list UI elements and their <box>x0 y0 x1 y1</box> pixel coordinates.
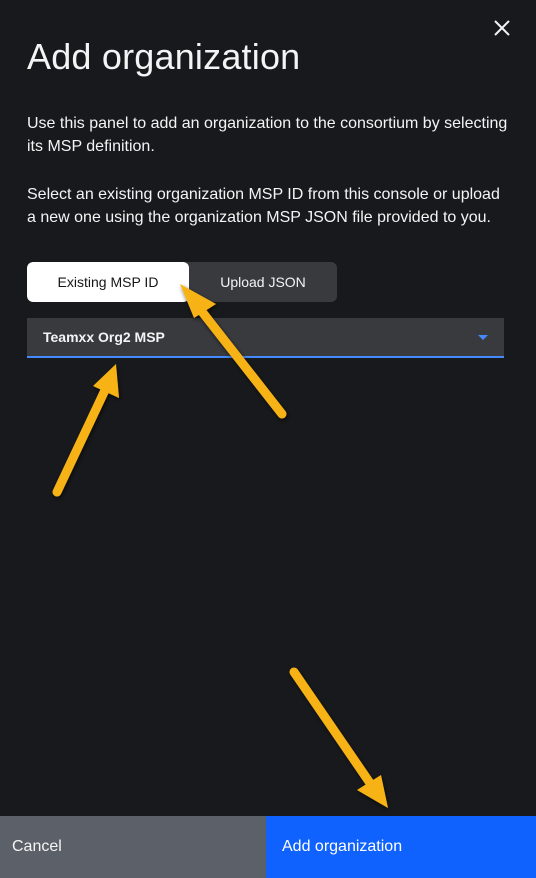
cancel-button[interactable]: Cancel <box>0 816 266 878</box>
arrow-to-add-organization-button <box>289 667 388 808</box>
panel-title: Add organization <box>27 36 301 77</box>
msp-id-selected-value: Teamxx Org2 MSP <box>43 329 165 345</box>
close-icon <box>494 20 510 36</box>
msp-source-switcher: Existing MSP ID Upload JSON <box>27 262 337 302</box>
msp-id-dropdown[interactable]: Teamxx Org2 MSP <box>27 318 504 358</box>
upload-json-tab[interactable]: Upload JSON <box>189 262 337 302</box>
panel-instructions: Select an existing organization MSP ID f… <box>27 186 500 226</box>
arrow-to-msp-dropdown <box>52 364 119 497</box>
chevron-down-icon <box>478 335 488 340</box>
existing-msp-id-tab[interactable]: Existing MSP ID <box>27 262 189 302</box>
add-organization-button[interactable]: Add organization <box>266 816 536 878</box>
panel-description: Use this panel to add an organization to… <box>27 115 508 155</box>
close-button[interactable] <box>488 14 516 42</box>
panel-footer: Cancel Add organization <box>0 816 536 878</box>
add-organization-panel: Add organization Use this panel to add a… <box>0 0 536 878</box>
